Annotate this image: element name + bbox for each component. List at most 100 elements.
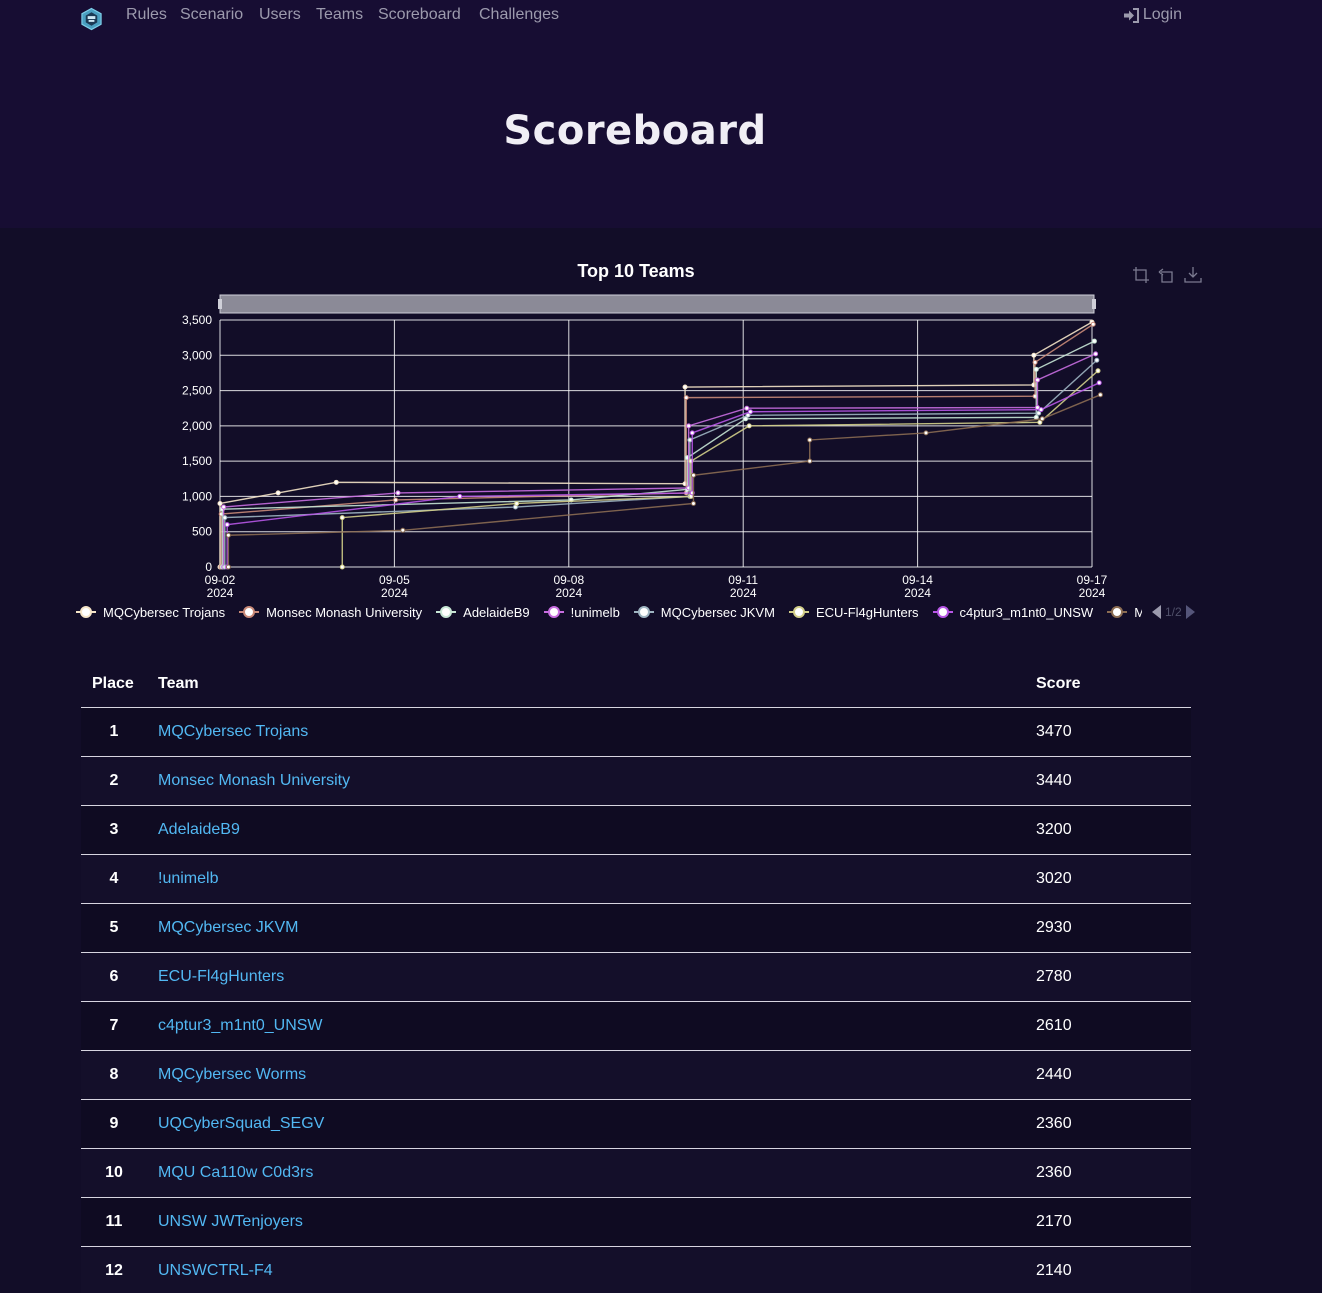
data-zoom-handle-left [218,299,222,309]
legend-item[interactable]: !unimelb [543,605,620,620]
legend-item[interactable]: MQCybersec Worms [1107,605,1142,620]
legend-label: Monsec Monash University [266,604,423,620]
header-team: Team [158,674,199,692]
row-score: 2170 [1036,1213,1072,1230]
series-point [923,430,929,436]
nav-teams[interactable]: Teams [316,6,363,24]
series-point [747,409,753,415]
team-link[interactable]: ECU-Fl4gHunters [158,968,284,985]
legend-item[interactable]: ECU-Fl4gHunters [788,604,919,620]
series-point [339,515,345,521]
team-link[interactable]: MQCybersec JKVM [158,919,298,936]
row-place: 12 [105,1262,123,1279]
table-header: Place Team Score [81,660,1191,708]
team-link[interactable]: c4ptur3_m1nt0_UNSW [158,1017,323,1034]
y-tick-label: 3,500 [182,313,212,327]
nav-scoreboard[interactable]: Scoreboard [378,6,461,24]
sign-in-icon [1123,7,1139,23]
series-point [689,430,695,436]
series-point [1033,366,1039,372]
data-zoom-handle-right [1092,299,1096,309]
series-line [224,359,1098,567]
y-tick-label: 1,000 [182,489,212,503]
table-row: 2 Monsec Monash University 3440 [81,757,1191,806]
series-point [1095,368,1101,374]
team-link[interactable]: MQU Ca110w C0d3rs [158,1164,313,1181]
header-place: Place [92,674,134,692]
nav-rules[interactable]: Rules [126,6,167,24]
scoreboard-table: Place Team Score 1 MQCybersec Trojans 34… [81,660,1191,1293]
legend-item[interactable]: MQCybersec JKVM [633,604,775,620]
nav-challenges[interactable]: Challenges [479,6,559,24]
download-icon[interactable] [1184,266,1202,284]
table-row: 3 AdelaideB9 3200 [81,806,1191,855]
chart-canvas: 05001,0001,5002,0002,5003,0003,50009-022… [182,294,1108,600]
series-point [400,527,406,533]
team-link[interactable]: UNSW JWTenjoyers [158,1213,303,1230]
legend-item[interactable]: Monsec Monash University [239,605,422,620]
series-point [690,472,696,478]
team-link[interactable]: UQCyberSquad_SEGV [158,1115,324,1132]
series-point [224,522,230,528]
x-tick-year-label: 2024 [1079,586,1106,600]
y-tick-label: 500 [192,525,212,539]
row-place: 4 [109,870,119,887]
row-place: 6 [109,968,119,985]
row-score: 2360 [1036,1164,1072,1181]
legend-pager: 1/2 [1152,605,1195,619]
row-place: 5 [109,919,119,936]
chart-toolbox [1132,266,1202,284]
series-point [333,479,339,485]
legend-item[interactable]: AdelaideB9 [436,605,530,620]
legend-prev-arrow-icon[interactable] [1152,605,1161,619]
nav-users[interactable]: Users [259,6,301,24]
x-tick-year-label: 2024 [381,586,408,600]
legend-label: ECU-Fl4gHunters [815,604,919,620]
team-link[interactable]: MQCybersec Worms [158,1066,306,1083]
x-tick-year-label: 2024 [207,586,234,600]
legend-next-arrow-icon[interactable] [1185,605,1195,619]
legend-symbol-icon [633,606,654,618]
series-point [514,500,520,506]
y-tick-label: 1,500 [182,454,212,468]
series-point [682,384,688,390]
legend-label: MQCybersec JKVM [660,604,775,620]
shield-logo-icon[interactable] [80,7,103,31]
legend-item[interactable]: c4ptur3_m1nt0_UNSW [932,604,1094,620]
legend-item[interactable]: MQCybersec Trojans [76,605,225,620]
table-row: 1 MQCybersec Trojans 3470 [81,708,1191,757]
table-row: 7 c4ptur3_m1nt0_UNSW 2610 [81,1002,1191,1051]
legend-items: MQCybersec Trojans Monsec Monash Universi… [76,605,1142,620]
table-row: 12 UNSWCTRL-F4 2140 [81,1247,1191,1293]
series-point [1094,357,1100,363]
team-link[interactable]: AdelaideB9 [158,821,240,838]
zoom-icon[interactable] [1132,266,1150,284]
row-place: 10 [105,1164,123,1181]
data-zoom-slider [219,294,1095,314]
team-link[interactable]: UNSWCTRL-F4 [158,1262,273,1279]
row-score: 3020 [1036,870,1072,887]
row-place: 1 [109,723,119,740]
series-line [227,394,1101,567]
chart-legend: MQCybersec Trojans Monsec Monash Universi… [76,603,1206,621]
legend-label: c4ptur3_m1nt0_UNSW [959,604,1094,620]
team-link[interactable]: MQCybersec Trojans [158,723,308,740]
series-point [1038,407,1044,413]
row-place: 2 [109,772,119,789]
legend-label: AdelaideB9 [463,604,530,620]
series-point [1097,392,1103,398]
series-point [807,458,813,464]
nav-scenario[interactable]: Scenario [180,6,243,24]
series-point [457,493,463,499]
table-row: 6 ECU-Fl4gHunters 2780 [81,953,1191,1002]
x-tick-year-label: 2024 [904,586,931,600]
legend-symbol-icon [239,606,260,618]
legend-symbol-icon [932,606,953,618]
series-point [393,497,399,503]
team-link[interactable]: Monsec Monash University [158,772,350,789]
x-tick-label: 09-02 [205,573,236,587]
reset-zoom-icon[interactable] [1158,266,1176,284]
team-link[interactable]: !unimelb [158,870,218,887]
login-link[interactable]: Login [1123,6,1182,24]
series-point [687,437,693,443]
